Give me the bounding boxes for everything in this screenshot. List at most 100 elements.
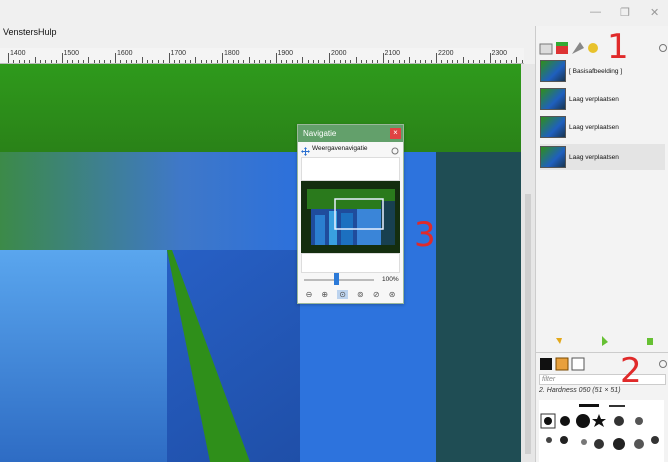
annotation-2: 2 xyxy=(620,351,642,391)
anchor-layer-icon[interactable] xyxy=(647,338,653,345)
brushes-tab-icon[interactable] xyxy=(540,358,552,370)
navigation-header-area xyxy=(301,157,400,181)
ruler-label: 1900 xyxy=(277,50,294,57)
ruler-minor-tick xyxy=(318,60,320,63)
layer-row[interactable]: Laag verplaatsen xyxy=(540,86,665,112)
ruler-minor-tick xyxy=(302,57,304,63)
ruler-minor-tick xyxy=(270,60,272,63)
layer-row[interactable]: Laag verplaatsen xyxy=(540,114,665,140)
horizontal-ruler[interactable]: 1400 1500 1600 1700 1800 1900 2000 2100 2200 2300 xyxy=(0,48,524,64)
layer-name: Laag verplaatsen xyxy=(569,95,619,103)
restore-button[interactable]: ❐ xyxy=(620,6,630,19)
canvas-image xyxy=(0,64,521,462)
ruler-major-tick xyxy=(61,53,63,63)
brushes-dock-menu-icon[interactable] xyxy=(659,360,667,368)
ruler-minor-tick xyxy=(494,60,496,63)
ruler-minor-tick xyxy=(179,60,181,63)
ruler-minor-tick xyxy=(291,60,293,63)
ruler-minor-tick xyxy=(339,60,341,63)
ruler-minor-tick xyxy=(516,57,518,63)
right-dock: [ Basisafbeelding ] Laag verplaatsen Laag … xyxy=(535,26,668,462)
ruler-minor-tick xyxy=(505,60,507,63)
ruler-label: 1800 xyxy=(224,50,240,57)
ruler-major-tick xyxy=(489,53,491,63)
menu-hulp[interactable]: Hulp xyxy=(38,27,57,37)
ruler-label: 2200 xyxy=(438,50,454,57)
brushes-dock-tabs xyxy=(540,357,667,371)
scrollbar-thumb[interactable] xyxy=(525,194,531,454)
ruler-minor-tick xyxy=(50,60,52,63)
ruler-minor-tick xyxy=(441,60,443,63)
ruler-minor-tick xyxy=(345,60,347,63)
dock-menu-icon[interactable] xyxy=(659,44,667,52)
image-canvas[interactable] xyxy=(0,64,521,462)
vertical-scrollbar[interactable] xyxy=(521,64,535,462)
zoom-out-icon[interactable]: ⊖ xyxy=(306,290,313,299)
paths-tab-icon[interactable] xyxy=(572,42,584,54)
ruler-minor-tick xyxy=(473,60,475,63)
ruler-minor-tick xyxy=(264,60,266,63)
ruler-label: 1400 xyxy=(10,50,26,57)
ruler-minor-tick xyxy=(307,60,309,63)
ruler-minor-tick xyxy=(403,60,405,63)
tab-menu-icon[interactable] xyxy=(391,147,399,155)
ruler-minor-tick xyxy=(371,60,373,63)
navigation-close-button[interactable]: × xyxy=(390,128,401,139)
zoom-slider[interactable] xyxy=(304,279,374,281)
move-layer-icon[interactable] xyxy=(602,336,608,346)
tab-weergavenavigatie[interactable]: Weergavenavigatie xyxy=(312,145,368,152)
close-button[interactable]: ✕ xyxy=(650,6,659,19)
ruler-minor-tick xyxy=(409,57,411,63)
navigation-dialog: Navigatie × Weergavenavigatie 100% ⊖ ⊕ ⊙… xyxy=(297,124,404,304)
zoom-fit-icon[interactable]: ⊚ xyxy=(357,290,364,299)
ruler-minor-tick xyxy=(18,60,20,63)
ruler-minor-tick xyxy=(141,57,143,63)
minimize-button[interactable]: — xyxy=(590,6,601,18)
new-layer-icon[interactable] xyxy=(556,338,562,344)
ruler-minor-tick xyxy=(355,57,357,63)
ruler-minor-tick xyxy=(120,60,122,63)
ruler-minor-tick xyxy=(446,60,448,63)
layers-tab-icon[interactable] xyxy=(539,43,553,55)
navigation-preview[interactable] xyxy=(301,181,400,253)
ruler-label: 1700 xyxy=(170,50,187,57)
ruler-minor-tick xyxy=(40,60,42,63)
navigation-title[interactable]: Navigatie xyxy=(298,125,403,142)
zoom-button-row: ⊖ ⊕ ⊙ ⊚ ⊘ ⊛ xyxy=(301,287,400,301)
brush-grid[interactable] xyxy=(539,400,664,462)
ruler-minor-tick xyxy=(510,60,512,63)
ruler-minor-tick xyxy=(238,60,240,63)
ruler-minor-tick xyxy=(478,60,480,63)
gradients-tab-icon[interactable] xyxy=(571,357,585,371)
layer-row[interactable]: [ Basisafbeelding ] xyxy=(540,58,665,84)
ruler-minor-tick xyxy=(312,60,314,63)
ruler-minor-tick xyxy=(393,60,395,63)
zoom-slider-handle[interactable] xyxy=(334,273,339,285)
brush-filter-input[interactable]: filter xyxy=(539,374,666,385)
ruler-minor-tick xyxy=(109,60,111,63)
patterns-tab-icon[interactable] xyxy=(555,357,569,371)
zoom-100-icon[interactable]: ⊙ xyxy=(337,289,348,299)
ruler-minor-tick xyxy=(296,60,298,63)
ruler-minor-tick xyxy=(34,57,36,63)
ruler-minor-tick xyxy=(131,60,133,63)
ruler-minor-tick xyxy=(189,60,191,63)
ruler-minor-tick xyxy=(216,60,218,63)
layers-actions xyxy=(556,336,653,346)
title-bar: — ❐ ✕ xyxy=(0,0,668,26)
ruler-minor-tick xyxy=(500,60,502,63)
zoom-shrink-icon[interactable]: ⊘ xyxy=(373,290,380,299)
menu-vensters[interactable]: Vensters xyxy=(3,27,38,37)
ruler-minor-tick xyxy=(147,60,149,63)
ruler-minor-tick xyxy=(377,60,379,63)
ruler-minor-tick xyxy=(136,60,138,63)
undo-history-tab-icon[interactable] xyxy=(588,43,598,53)
ruler-minor-tick xyxy=(88,57,90,63)
layer-row[interactable]: Laag verplaatsen xyxy=(540,144,665,170)
zoom-expand-icon[interactable]: ⊛ xyxy=(389,290,396,299)
ruler-minor-tick xyxy=(205,60,207,63)
ruler-label: 2300 xyxy=(491,50,508,57)
ruler-minor-tick xyxy=(457,60,459,63)
ruler-minor-tick xyxy=(56,60,58,63)
zoom-in-icon[interactable]: ⊕ xyxy=(321,290,328,299)
